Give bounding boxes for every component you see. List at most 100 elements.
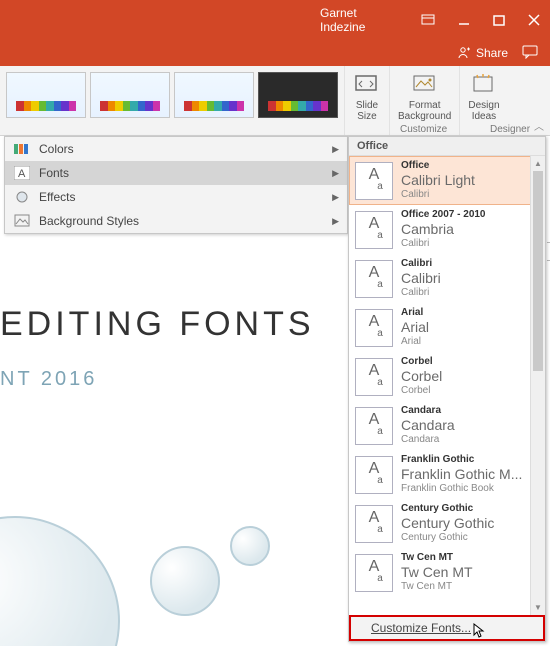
scroll-down-icon[interactable]: ▼ [531,600,545,615]
share-label: Share [476,46,508,60]
cursor-icon [473,623,487,642]
maximize-icon[interactable] [492,13,505,27]
account-name[interactable]: Garnet Indezine [320,6,399,34]
font-heading-name: Franklin Gothic M... [401,466,522,483]
slide-size-button[interactable]: SlideSize [344,66,389,135]
variant-2[interactable] [90,72,170,118]
close-icon[interactable] [527,13,540,27]
font-body-name: Corbel [401,385,442,397]
font-theme-name: Century Gothic [401,503,494,515]
font-swatch-icon: Aa [355,309,393,347]
font-theme-item[interactable]: Aa Calibri Calibri Calibri [349,254,545,303]
customize-fonts-button[interactable]: Customize Fonts... [349,615,545,641]
font-theme-name: Franklin Gothic [401,454,522,466]
font-theme-list: Aa Office Calibri Light Calibri Aa Offic… [349,156,545,615]
font-body-name: Century Gothic [401,532,494,544]
menu-item-effects[interactable]: Effects ▶ [5,185,347,209]
font-body-name: Candara [401,434,455,446]
font-swatch-icon: Aa [355,260,393,298]
collapse-ribbon-icon[interactable]: ︿ [534,118,544,133]
font-theme-info: Franklin Gothic Franklin Gothic M... Fra… [401,454,522,495]
svg-text:A: A [18,168,26,180]
scroll-thumb[interactable] [533,171,543,371]
format-background-icon [411,70,439,98]
font-theme-name: Calibri [401,258,441,270]
ribbon-display-options-icon[interactable] [421,13,435,27]
menu-item-background-styles[interactable]: Background Styles ▶ [5,209,347,233]
slide-size-label: SlideSize [356,100,378,122]
font-theme-item[interactable]: Aa Arial Arial Arial [349,303,545,352]
submenu-arrow-icon: ▶ [332,168,339,179]
slide-canvas[interactable]: EDITING FONTS NT 2016 [0,205,350,646]
scrollbar[interactable]: ▲ ▼ [530,156,545,615]
submenu-arrow-icon: ▶ [332,192,339,203]
font-heading-name: Candara [401,417,455,434]
fonts-section-header: Office [349,137,545,156]
effects-icon [13,188,31,206]
font-theme-item[interactable]: Aa Office 2007 - 2010 Cambria Calibri [349,205,545,254]
ribbon-design-tab: SlideSize FormatBackground DesignIdeas C… [0,66,550,136]
theme-variants-gallery[interactable] [0,66,344,135]
variant-1[interactable] [6,72,86,118]
group-label-designer: Designer [490,124,530,135]
font-theme-name: Office [401,160,475,172]
font-theme-item[interactable]: Aa Century Gothic Century Gothic Century… [349,499,545,548]
menu-item-fonts[interactable]: A Fonts ▶ [5,161,347,185]
window-titlebar: Garnet Indezine [0,0,550,40]
variant-4[interactable] [258,72,338,118]
font-theme-name: Corbel [401,356,442,368]
minimize-icon[interactable] [457,13,470,27]
font-heading-name: Corbel [401,368,442,385]
colors-icon [13,140,31,158]
submenu-arrow-icon: ▶ [332,144,339,155]
slide-size-icon [353,70,381,98]
customize-fonts-label: Customize Fonts... [371,621,471,635]
font-theme-item[interactable]: Aa Corbel Corbel Corbel [349,352,545,401]
share-button[interactable]: Share [456,46,508,60]
font-swatch-icon: Aa [355,407,393,445]
font-heading-name: Tw Cen MT [401,564,473,581]
font-theme-item[interactable]: Aa Franklin Gothic Franklin Gothic M... … [349,450,545,499]
font-swatch-icon: Aa [355,554,393,592]
font-swatch-icon: Aa [355,358,393,396]
font-theme-item[interactable]: Aa Candara Candara Candara [349,401,545,450]
variant-3[interactable] [174,72,254,118]
share-bar: Share [0,40,550,66]
font-theme-info: Century Gothic Century Gothic Century Go… [401,503,494,544]
background-styles-icon [13,212,31,230]
comments-icon[interactable] [522,45,538,62]
menu-label: Fonts [39,166,69,180]
font-swatch-icon: Aa [355,505,393,543]
font-theme-name: Tw Cen MT [401,552,473,564]
font-swatch-icon: Aa [355,162,393,200]
submenu-arrow-icon: ▶ [332,216,339,227]
font-theme-name: Arial [401,307,429,319]
font-theme-info: Office Calibri Light Calibri [401,160,475,201]
slide-title[interactable]: EDITING FONTS [0,305,350,344]
font-body-name: Franklin Gothic Book [401,483,522,495]
font-theme-info: Office 2007 - 2010 Cambria Calibri [401,209,486,250]
menu-label: Effects [39,190,75,204]
menu-label: Colors [39,142,74,156]
font-theme-info: Corbel Corbel Corbel [401,356,442,397]
bubble-graphic [230,526,270,566]
design-ideas-label: DesignIdeas [468,100,499,122]
font-body-name: Calibri [401,189,475,201]
menu-item-colors[interactable]: Colors ▶ [5,137,347,161]
menu-label: Background Styles [39,214,139,228]
font-body-name: Tw Cen MT [401,581,473,593]
scroll-up-icon[interactable]: ▲ [531,156,545,171]
slide-subtitle[interactable]: NT 2016 [0,368,350,391]
font-body-name: Calibri [401,287,441,299]
design-ideas-icon [470,70,498,98]
font-heading-name: Century Gothic [401,515,494,532]
font-theme-info: Arial Arial Arial [401,307,429,348]
font-theme-item[interactable]: Aa Tw Cen MT Tw Cen MT Tw Cen MT [349,548,545,597]
font-theme-info: Calibri Calibri Calibri [401,258,441,299]
group-label-customize: Customize [400,124,447,135]
font-swatch-icon: Aa [355,211,393,249]
font-swatch-icon: Aa [355,456,393,494]
font-theme-info: Candara Candara Candara [401,405,455,446]
font-heading-name: Cambria [401,221,486,238]
font-theme-item[interactable]: Aa Office Calibri Light Calibri [349,156,545,205]
